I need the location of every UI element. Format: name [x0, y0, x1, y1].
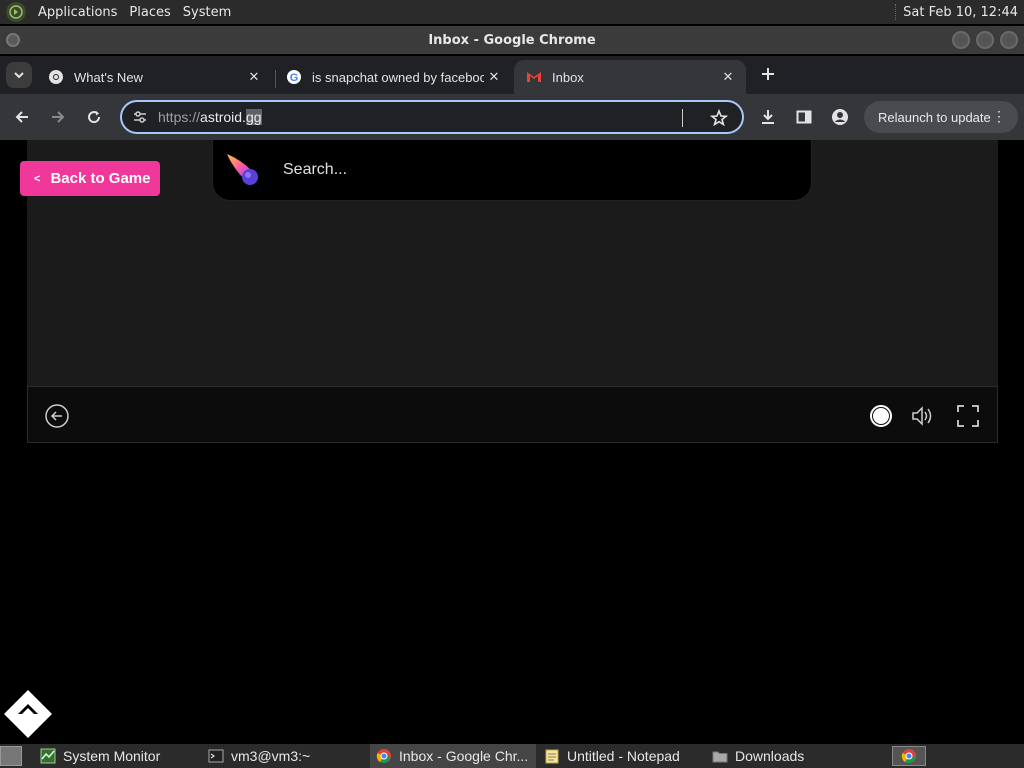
taskbar-item-chrome[interactable]: Inbox - Google Chr...	[370, 744, 536, 768]
astroid-logo-icon	[227, 154, 258, 185]
page-content: < Back to Game Search...	[0, 140, 1024, 744]
tab-inbox[interactable]: Inbox ✕	[514, 60, 746, 94]
arrow-left-icon	[15, 111, 28, 123]
url-scheme: https://	[158, 109, 201, 125]
tab-close-button[interactable]: ✕	[244, 69, 264, 85]
circle-arrow-left-icon[interactable]	[43, 402, 71, 430]
url-text[interactable]: https://astroid.gg	[158, 109, 262, 125]
notepad-icon	[545, 749, 559, 764]
downloads-button[interactable]	[756, 105, 780, 129]
svg-text:G: G	[290, 72, 299, 84]
clock[interactable]: Sat Feb 10, 12:44	[895, 0, 1018, 24]
profile-button[interactable]	[828, 105, 852, 129]
back-nav-button[interactable]	[10, 105, 34, 129]
gmail-icon	[527, 72, 541, 82]
plus-icon	[762, 68, 774, 80]
taskbar-label: vm3@vm3:~	[231, 748, 311, 764]
bookmark-star-icon[interactable]	[709, 108, 729, 127]
text-cursor-icon	[682, 109, 688, 127]
top-panel: Applications Places System Sat Feb 10, 1…	[0, 0, 1024, 24]
taskbar-label: Untitled - Notepad	[567, 748, 680, 764]
chrome-icon	[376, 749, 391, 763]
profile-icon	[832, 109, 848, 125]
diamond-logo-icon[interactable]	[2, 688, 54, 740]
system-menu[interactable]: System	[177, 5, 237, 20]
side-panel-button[interactable]	[792, 105, 816, 129]
taskbar-item-downloads[interactable]: Downloads	[706, 744, 872, 768]
download-icon	[762, 110, 774, 124]
applications-menu[interactable]: Applications	[32, 5, 123, 20]
search-placeholder: Search...	[283, 161, 348, 178]
taskbar-label: Downloads	[735, 748, 805, 764]
window-titlebar[interactable]: Inbox - Google Chrome	[0, 26, 1024, 54]
record-circle-icon[interactable]	[867, 402, 895, 430]
tab-whats-new[interactable]: What's New ✕	[36, 60, 272, 94]
places-menu[interactable]: Places	[123, 5, 176, 20]
window-menu-icon[interactable]	[6, 33, 20, 47]
tray-chrome-icon[interactable]	[892, 746, 926, 766]
address-bar[interactable]: https://astroid.gg	[120, 100, 744, 134]
taskbar-item-notepad[interactable]: Untitled - Notepad	[538, 744, 704, 768]
taskbar-item-system-monitor[interactable]: System Monitor	[34, 744, 198, 768]
taskbar-label: Inbox - Google Chr...	[399, 748, 529, 764]
folder-icon	[712, 751, 728, 763]
game-control-bar	[27, 386, 998, 443]
side-panel-icon	[796, 110, 812, 124]
tab-search-button[interactable]	[6, 62, 32, 88]
google-icon: G	[287, 70, 301, 84]
bottom-taskbar: System Monitor vm3@vm3:~ Inbox - Google …	[0, 744, 1024, 768]
site-info-icon[interactable]	[130, 107, 150, 127]
volume-icon[interactable]	[908, 402, 936, 430]
url-selection: gg	[245, 109, 262, 125]
relaunch-label: Relaunch to update	[878, 109, 991, 125]
more-menu-icon[interactable]: ⋮	[992, 108, 1006, 125]
chrome-icon	[49, 70, 63, 84]
arrow-right-icon	[52, 111, 65, 123]
search-bar[interactable]: Search...	[212, 140, 812, 201]
reload-icon	[88, 111, 101, 124]
relaunch-to-update-button[interactable]: Relaunch to update ⋮	[864, 101, 1018, 133]
show-desktop-button[interactable]	[0, 746, 22, 766]
tab-snapchat-search[interactable]: G is snapchat owned by facebook ✕	[274, 60, 512, 94]
back-to-game-button[interactable]: < Back to Game	[20, 161, 160, 196]
taskbar-label: System Monitor	[63, 748, 161, 764]
chevron-down-icon	[14, 72, 24, 79]
forward-nav-button[interactable]	[46, 105, 70, 129]
tab-close-button[interactable]: ✕	[718, 69, 738, 85]
maximize-button[interactable]	[976, 31, 994, 49]
reload-button[interactable]	[82, 105, 106, 129]
tab-label: is snapchat owned by facebook	[312, 69, 484, 85]
tab-strip: What's New ✕ G is snapchat owned by face…	[0, 56, 1024, 94]
tab-label: What's New	[74, 69, 143, 85]
terminal-icon	[208, 749, 224, 763]
back-to-game-label: Back to Game	[50, 170, 151, 187]
new-tab-button[interactable]	[758, 62, 778, 86]
taskbar-item-terminal[interactable]: vm3@vm3:~	[202, 744, 366, 768]
minimize-button[interactable]	[952, 31, 970, 49]
system-monitor-icon	[40, 748, 56, 764]
window-title: Inbox - Google Chrome	[428, 32, 596, 48]
close-window-button[interactable]	[1000, 31, 1018, 49]
distro-logo-icon[interactable]	[6, 2, 26, 22]
url-host: astroid.	[200, 109, 246, 125]
tab-close-button[interactable]: ✕	[484, 69, 504, 85]
tab-label: Inbox	[552, 69, 584, 85]
chevron-left-icon: <	[34, 172, 41, 185]
fullscreen-icon[interactable]	[954, 402, 982, 430]
